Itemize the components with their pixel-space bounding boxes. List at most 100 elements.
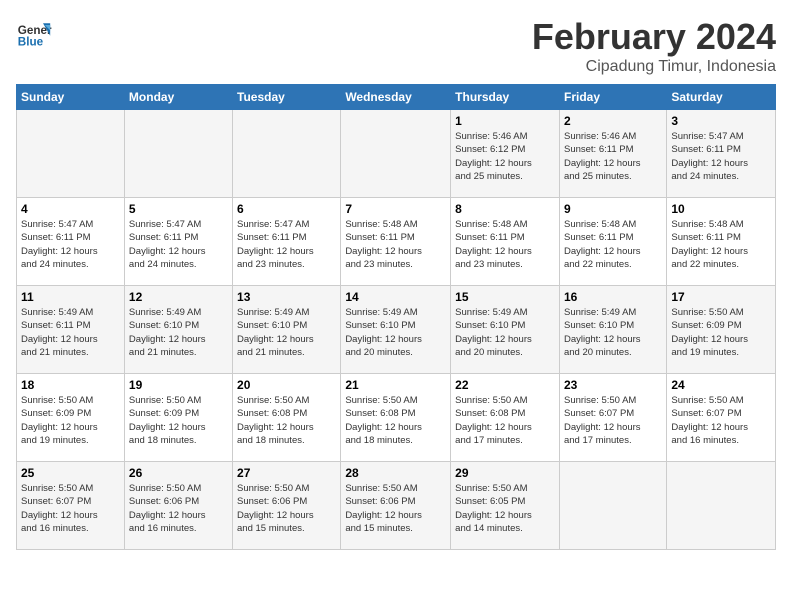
day-number: 1 (455, 114, 555, 128)
calendar-cell: 5 Sunrise: 5:47 AMSunset: 6:11 PMDaylight… (124, 198, 232, 286)
calendar-cell: 21Sunrise: 5:50 AMSunset: 6:08 PMDayligh… (341, 374, 451, 462)
day-number: 18 (21, 378, 120, 392)
day-number: 4 (21, 202, 120, 216)
day-number: 15 (455, 290, 555, 304)
day-number: 9 (564, 202, 662, 216)
day-info: Sunrise: 5:47 AMSunset: 6:11 PMDaylight:… (237, 218, 336, 271)
calendar-cell: 23 Sunrise: 5:50 AMSunset: 6:07 PMDayligh… (559, 374, 666, 462)
calendar-cell (17, 110, 125, 198)
day-info: Sunrise: 5:48 AMSunset: 6:11 PMDaylight:… (564, 218, 662, 271)
day-number: 16 (564, 290, 662, 304)
day-info: Sunrise: 5:48 AMSunset: 6:11 PMDaylight:… (671, 218, 771, 271)
day-info: Sunrise: 5:47 AMSunset: 6:11 PMDaylight:… (21, 218, 120, 271)
calendar-cell: 8 Sunrise: 5:48 AMSunset: 6:11 PMDaylight… (451, 198, 560, 286)
day-number: 8 (455, 202, 555, 216)
day-number: 28 (345, 466, 446, 480)
day-number: 25 (21, 466, 120, 480)
calendar-week-1: 1 Sunrise: 5:46 AMSunset: 6:12 PMDaylight… (17, 110, 776, 198)
day-number: 13 (237, 290, 336, 304)
day-info: Sunrise: 5:49 AMSunset: 6:10 PMDaylight:… (345, 306, 446, 359)
logo-icon: General Blue (16, 16, 52, 52)
day-info: Sunrise: 5:50 AMSunset: 6:09 PMDaylight:… (21, 394, 120, 447)
calendar-cell: 13 Sunrise: 5:49 AMSunset: 6:10 PMDayligh… (233, 286, 341, 374)
title-section: February 2024 Cipadung Timur, Indonesia (532, 16, 776, 76)
calendar-body: 1 Sunrise: 5:46 AMSunset: 6:12 PMDaylight… (17, 110, 776, 550)
calendar-cell: 10 Sunrise: 5:48 AMSunset: 6:11 PMDayligh… (667, 198, 776, 286)
calendar-cell: 29 Sunrise: 5:50 AMSunset: 6:05 PMDayligh… (451, 462, 560, 550)
calendar-table: SundayMondayTuesdayWednesdayThursdayFrid… (16, 84, 776, 550)
calendar-cell: 3 Sunrise: 5:47 AMSunset: 6:11 PMDaylight… (667, 110, 776, 198)
location-title: Cipadung Timur, Indonesia (532, 58, 776, 76)
weekday-header-thursday: Thursday (451, 85, 560, 110)
day-number: 6 (237, 202, 336, 216)
day-info: Sunrise: 5:50 AMSunset: 6:06 PMDaylight:… (345, 482, 446, 535)
calendar-week-2: 4 Sunrise: 5:47 AMSunset: 6:11 PMDaylight… (17, 198, 776, 286)
day-number: 22 (455, 378, 555, 392)
day-info: Sunrise: 5:50 AMSunset: 6:09 PMDaylight:… (671, 306, 771, 359)
calendar-cell: 19 Sunrise: 5:50 AMSunset: 6:09 PMDayligh… (124, 374, 232, 462)
calendar-cell: 2 Sunrise: 5:46 AMSunset: 6:11 PMDaylight… (559, 110, 666, 198)
calendar-cell: 22Sunrise: 5:50 AMSunset: 6:08 PMDayligh… (451, 374, 560, 462)
day-number: 5 (129, 202, 228, 216)
calendar-cell: 7 Sunrise: 5:48 AMSunset: 6:11 PMDaylight… (341, 198, 451, 286)
calendar-week-3: 11 Sunrise: 5:49 AMSunset: 6:11 PMDayligh… (17, 286, 776, 374)
calendar-cell: 27Sunrise: 5:50 AMSunset: 6:06 PMDayligh… (233, 462, 341, 550)
day-info: Sunrise: 5:49 AMSunset: 6:10 PMDaylight:… (129, 306, 228, 359)
day-number: 19 (129, 378, 228, 392)
calendar-cell: 12 Sunrise: 5:49 AMSunset: 6:10 PMDayligh… (124, 286, 232, 374)
day-number: 17 (671, 290, 771, 304)
weekday-header-saturday: Saturday (667, 85, 776, 110)
day-info: Sunrise: 5:49 AMSunset: 6:10 PMDaylight:… (455, 306, 555, 359)
day-number: 23 (564, 378, 662, 392)
calendar-cell: 18 Sunrise: 5:50 AMSunset: 6:09 PMDayligh… (17, 374, 125, 462)
day-info: Sunrise: 5:49 AMSunset: 6:10 PMDaylight:… (564, 306, 662, 359)
calendar-cell: 28 Sunrise: 5:50 AMSunset: 6:06 PMDayligh… (341, 462, 451, 550)
weekday-header-tuesday: Tuesday (233, 85, 341, 110)
day-info: Sunrise: 5:50 AMSunset: 6:06 PMDaylight:… (129, 482, 228, 535)
calendar-cell: 4 Sunrise: 5:47 AMSunset: 6:11 PMDaylight… (17, 198, 125, 286)
day-number: 24 (671, 378, 771, 392)
day-info: Sunrise: 5:50 AMSunset: 6:07 PMDaylight:… (564, 394, 662, 447)
weekday-header-wednesday: Wednesday (341, 85, 451, 110)
day-number: 2 (564, 114, 662, 128)
calendar-cell: 14 Sunrise: 5:49 AMSunset: 6:10 PMDayligh… (341, 286, 451, 374)
day-info: Sunrise: 5:50 AMSunset: 6:07 PMDaylight:… (21, 482, 120, 535)
day-info: Sunrise: 5:47 AMSunset: 6:11 PMDaylight:… (671, 130, 771, 183)
day-info: Sunrise: 5:49 AMSunset: 6:11 PMDaylight:… (21, 306, 120, 359)
day-info: Sunrise: 5:50 AMSunset: 6:08 PMDaylight:… (237, 394, 336, 447)
day-info: Sunrise: 5:48 AMSunset: 6:11 PMDaylight:… (345, 218, 446, 271)
day-info: Sunrise: 5:50 AMSunset: 6:05 PMDaylight:… (455, 482, 555, 535)
day-number: 21 (345, 378, 446, 392)
day-info: Sunrise: 5:47 AMSunset: 6:11 PMDaylight:… (129, 218, 228, 271)
day-number: 29 (455, 466, 555, 480)
day-info: Sunrise: 5:46 AMSunset: 6:12 PMDaylight:… (455, 130, 555, 183)
calendar-week-5: 25 Sunrise: 5:50 AMSunset: 6:07 PMDayligh… (17, 462, 776, 550)
calendar-cell: 9 Sunrise: 5:48 AMSunset: 6:11 PMDaylight… (559, 198, 666, 286)
day-number: 26 (129, 466, 228, 480)
day-info: Sunrise: 5:48 AMSunset: 6:11 PMDaylight:… (455, 218, 555, 271)
calendar-cell: 26 Sunrise: 5:50 AMSunset: 6:06 PMDayligh… (124, 462, 232, 550)
calendar-cell: 25 Sunrise: 5:50 AMSunset: 6:07 PMDayligh… (17, 462, 125, 550)
day-number: 14 (345, 290, 446, 304)
day-info: Sunrise: 5:50 AMSunset: 6:07 PMDaylight:… (671, 394, 771, 447)
calendar-cell (124, 110, 232, 198)
day-info: Sunrise: 5:49 AMSunset: 6:10 PMDaylight:… (237, 306, 336, 359)
calendar-cell: 1 Sunrise: 5:46 AMSunset: 6:12 PMDaylight… (451, 110, 560, 198)
day-number: 3 (671, 114, 771, 128)
calendar-cell: 11 Sunrise: 5:49 AMSunset: 6:11 PMDayligh… (17, 286, 125, 374)
calendar-cell (341, 110, 451, 198)
month-title: February 2024 (532, 16, 776, 58)
calendar-cell: 20Sunrise: 5:50 AMSunset: 6:08 PMDayligh… (233, 374, 341, 462)
calendar-cell (559, 462, 666, 550)
day-info: Sunrise: 5:46 AMSunset: 6:11 PMDaylight:… (564, 130, 662, 183)
day-number: 11 (21, 290, 120, 304)
day-number: 10 (671, 202, 771, 216)
calendar-cell: 15 Sunrise: 5:49 AMSunset: 6:10 PMDayligh… (451, 286, 560, 374)
weekday-header-monday: Monday (124, 85, 232, 110)
calendar-cell: 24 Sunrise: 5:50 AMSunset: 6:07 PMDayligh… (667, 374, 776, 462)
calendar-cell: 6 Sunrise: 5:47 AMSunset: 6:11 PMDaylight… (233, 198, 341, 286)
calendar-cell: 17 Sunrise: 5:50 AMSunset: 6:09 PMDayligh… (667, 286, 776, 374)
day-number: 12 (129, 290, 228, 304)
day-number: 7 (345, 202, 446, 216)
day-info: Sunrise: 5:50 AMSunset: 6:09 PMDaylight:… (129, 394, 228, 447)
